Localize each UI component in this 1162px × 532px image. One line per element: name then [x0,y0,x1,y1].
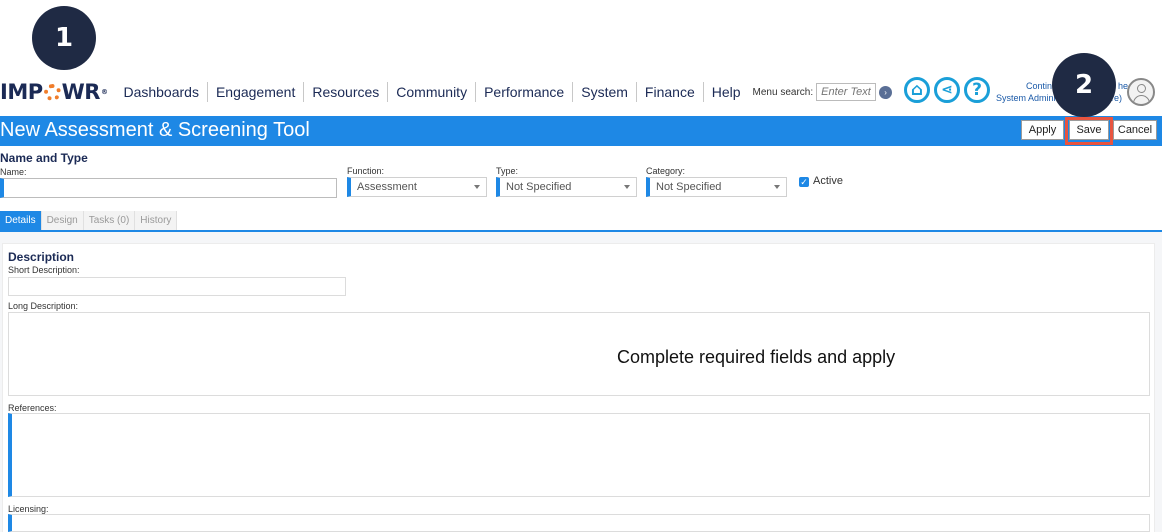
page-title-bar: New Assessment & Screening Tool Apply Sa… [0,116,1162,146]
active-checkbox[interactable]: ✓ [799,177,809,187]
category-select[interactable]: Not Specified [646,177,787,197]
page-title: New Assessment & Screening Tool [0,119,310,141]
long-description-label: Long Description: [8,301,79,311]
references-field[interactable] [8,413,1150,497]
function-select[interactable]: Assessment [347,177,487,197]
long-description-field[interactable] [8,312,1150,396]
menu-item-dashboards[interactable]: Dashboards [115,82,208,102]
description-heading: Description [8,250,75,264]
user-role-text: System Admini [996,93,1056,103]
menu-item-community[interactable]: Community [388,82,477,102]
licensing-field[interactable] [8,514,1150,532]
name-type-heading: Name and Type [0,151,88,165]
impowr-logo[interactable]: IMP WR ® [0,80,108,104]
category-selected-value: Not Specified [656,181,722,193]
tab-details[interactable]: Details [0,211,42,231]
chevron-down-icon [624,185,630,189]
tab-tasks[interactable]: Tasks (0) [83,211,136,231]
user-avatar[interactable] [1127,78,1155,106]
menu-item-help[interactable]: Help [704,82,749,102]
menu-item-resources[interactable]: Resources [304,82,389,102]
name-field[interactable] [0,178,337,198]
short-description-label: Short Description: [8,265,80,275]
type-selected-value: Not Specified [506,181,572,193]
logo-o-icon [43,83,61,101]
logo-text-left: IMP [0,80,43,104]
apply-button[interactable]: Apply [1021,120,1064,140]
logo-trademark: ® [100,88,108,96]
chevron-down-icon [474,185,480,189]
avatar-body-shape [1133,95,1150,104]
step-2-badge: 2 [1052,53,1116,117]
type-label: Type: [496,166,519,176]
share-icon[interactable]: ⋖ [934,77,960,103]
main-menu: Dashboards Engagement Resources Communit… [115,82,748,102]
search-go-icon[interactable]: › [879,85,893,99]
menu-item-engagement[interactable]: Engagement [208,82,305,102]
menu-search-label: Menu search: [752,86,814,98]
active-label: Active [813,175,843,187]
name-label: Name: [0,167,27,177]
save-highlight-box [1065,117,1113,145]
type-select[interactable]: Not Specified [496,177,637,197]
instruction-annotation: Complete required fields and apply [617,347,896,367]
menu-item-performance[interactable]: Performance [476,82,574,102]
function-label: Function: [347,166,385,176]
function-selected-value: Assessment [357,181,417,193]
tab-history[interactable]: History [135,211,178,231]
user-name-text[interactable]: Contin [1026,81,1052,92]
help-icon[interactable]: ? [964,77,990,103]
references-label: References: [8,403,57,413]
menu-search-input[interactable] [816,83,877,101]
step-1-badge: 1 [32,6,96,70]
tab-design[interactable]: Design [41,211,84,231]
cancel-button[interactable]: Cancel [1113,120,1157,140]
menu-item-system[interactable]: System [573,82,637,102]
short-description-field[interactable] [8,277,346,296]
home-icon[interactable]: ⌂ [904,77,930,103]
menu-item-finance[interactable]: Finance [637,82,704,102]
logo-text-right: WR [61,80,101,104]
category-label: Category: [646,166,686,176]
avatar-head-shape [1137,84,1146,93]
detail-tabs: Details Design Tasks (0) History [0,211,178,231]
chevron-down-icon [774,185,780,189]
licensing-label: Licensing: [8,504,49,514]
